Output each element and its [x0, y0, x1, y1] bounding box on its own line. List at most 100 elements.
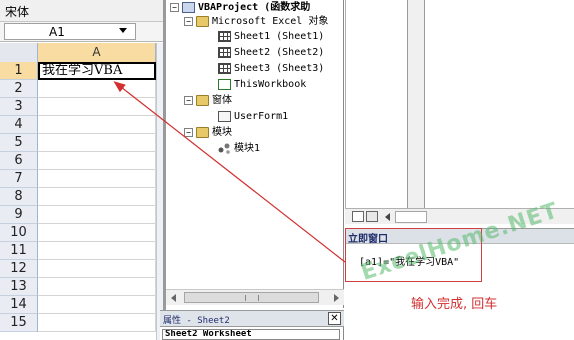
- tree-item-sheet2[interactable]: Sheet2 (Sheet2): [218, 46, 324, 60]
- select-all-button[interactable]: [0, 43, 38, 62]
- tree-label: Sheet1 (Sheet1): [234, 31, 325, 42]
- formula-bar: A1: [0, 22, 163, 42]
- cell[interactable]: [38, 314, 156, 332]
- column-header-a[interactable]: A: [38, 43, 156, 62]
- row-header[interactable]: 8: [0, 188, 38, 206]
- table-row: 2: [0, 80, 163, 98]
- object-dropdown-value: Sheet2 Worksheet: [165, 329, 252, 339]
- properties-window: Sheet2 Worksheet: [160, 327, 344, 340]
- close-icon[interactable]: ✕: [328, 312, 341, 325]
- object-dropdown[interactable]: Sheet2 Worksheet: [162, 329, 340, 340]
- row-header[interactable]: 4: [0, 116, 38, 134]
- collapse-icon[interactable]: −: [184, 95, 193, 105]
- vba-project-icon: [182, 1, 195, 13]
- tree-label: Sheet2 (Sheet2): [234, 47, 325, 58]
- table-row: 1 我在学习VBA: [0, 62, 163, 80]
- name-box[interactable]: A1: [4, 23, 136, 40]
- code-window: [345, 0, 574, 228]
- table-row: 15: [0, 314, 163, 332]
- cell[interactable]: [38, 80, 156, 98]
- cell[interactable]: [38, 170, 156, 188]
- cell[interactable]: [38, 152, 156, 170]
- project-horizontal-scrollbar[interactable]: [166, 289, 344, 305]
- tree-item-vbaproject[interactable]: − VBAProject (函数求助: [170, 1, 310, 15]
- cell[interactable]: [38, 188, 156, 206]
- worksheet-icon: [218, 62, 231, 74]
- tree-item-module1[interactable]: 模块1: [218, 142, 260, 156]
- collapse-icon[interactable]: −: [184, 16, 193, 26]
- font-toolbar: 宋体: [0, 0, 163, 22]
- tree-label: 模块1: [234, 143, 261, 154]
- row-header[interactable]: 5: [0, 134, 38, 152]
- cell[interactable]: [38, 224, 156, 242]
- scroll-right-icon[interactable]: [334, 294, 339, 302]
- immediate-window-title: 立即窗口: [348, 234, 388, 245]
- cell[interactable]: [38, 278, 156, 296]
- tree-label: ThisWorkbook: [234, 79, 307, 90]
- full-module-view-button[interactable]: [366, 211, 378, 222]
- row-header[interactable]: 2: [0, 80, 38, 98]
- tree-item-modules[interactable]: − 模块: [184, 126, 232, 140]
- cell[interactable]: [38, 260, 156, 278]
- table-row: 4: [0, 116, 163, 134]
- tree-label: Microsoft Excel 对象: [212, 16, 329, 27]
- table-row: 7: [0, 170, 163, 188]
- table-row: 8: [0, 188, 163, 206]
- collapse-icon[interactable]: −: [170, 2, 179, 12]
- row-header[interactable]: 7: [0, 170, 38, 188]
- code-horizontal-scrollbar[interactable]: [395, 211, 427, 223]
- chevron-down-icon[interactable]: [119, 28, 127, 33]
- row-header[interactable]: 13: [0, 278, 38, 296]
- row-header[interactable]: 9: [0, 206, 38, 224]
- properties-window-header: 属性 - Sheet2 ✕: [160, 310, 344, 327]
- table-row: 13: [0, 278, 163, 296]
- column-header-row: A: [0, 43, 163, 62]
- tree-item-thisworkbook[interactable]: ThisWorkbook: [218, 78, 306, 92]
- row-header[interactable]: 12: [0, 260, 38, 278]
- cell[interactable]: [38, 242, 156, 260]
- row-header[interactable]: 11: [0, 242, 38, 260]
- table-row: 11: [0, 242, 163, 260]
- tree-item-forms[interactable]: − 窗体: [184, 94, 232, 108]
- scroll-thumb[interactable]: [184, 292, 319, 303]
- tree-item-sheet3[interactable]: Sheet3 (Sheet3): [218, 62, 324, 76]
- tree-item-excel-objects[interactable]: − Microsoft Excel 对象: [184, 15, 328, 29]
- font-name-box[interactable]: 宋体: [5, 3, 29, 20]
- cell[interactable]: [38, 134, 156, 152]
- workbook-icon: [218, 78, 231, 90]
- cell[interactable]: [38, 296, 156, 314]
- table-row: 6: [0, 152, 163, 170]
- tree-item-userform1[interactable]: UserForm1: [218, 110, 288, 124]
- tree-label: Sheet3 (Sheet3): [234, 63, 325, 74]
- worksheet-icon: [218, 30, 231, 42]
- scroll-left-icon[interactable]: [171, 294, 176, 302]
- row-header[interactable]: 15: [0, 314, 38, 332]
- annotation-text: 输入完成, 回车: [411, 297, 498, 312]
- code-editor[interactable]: [345, 0, 574, 208]
- row-header[interactable]: 14: [0, 296, 38, 314]
- folder-icon: [196, 15, 209, 27]
- row-header[interactable]: 10: [0, 224, 38, 242]
- tree-label: VBAProject (函数求助: [198, 2, 311, 13]
- table-row: 5: [0, 134, 163, 152]
- collapse-icon[interactable]: −: [184, 127, 193, 137]
- scroll-left-icon[interactable]: [385, 213, 390, 221]
- folder-icon: [196, 126, 209, 138]
- cell[interactable]: [38, 116, 156, 134]
- row-header[interactable]: 6: [0, 152, 38, 170]
- excel-vertical-scrollbar[interactable]: [156, 43, 163, 340]
- folder-icon: [196, 94, 209, 106]
- name-box-value: A1: [49, 25, 65, 39]
- row-header[interactable]: 1: [0, 62, 38, 80]
- procedure-view-button[interactable]: [352, 211, 364, 222]
- table-row: 10: [0, 224, 163, 242]
- module-icon: [218, 143, 231, 154]
- project-explorer: − VBAProject (函数求助 − Microsoft Excel 对象 Sh…: [166, 0, 344, 308]
- row-header[interactable]: 3: [0, 98, 38, 116]
- tree-item-sheet1[interactable]: Sheet1 (Sheet1): [218, 30, 324, 44]
- code-vertical-scrollbar[interactable]: [407, 0, 425, 208]
- cell-a1[interactable]: 我在学习VBA: [38, 62, 156, 80]
- cell[interactable]: [38, 206, 156, 224]
- cell[interactable]: [38, 98, 156, 116]
- properties-title: 属性 - Sheet2: [163, 316, 230, 326]
